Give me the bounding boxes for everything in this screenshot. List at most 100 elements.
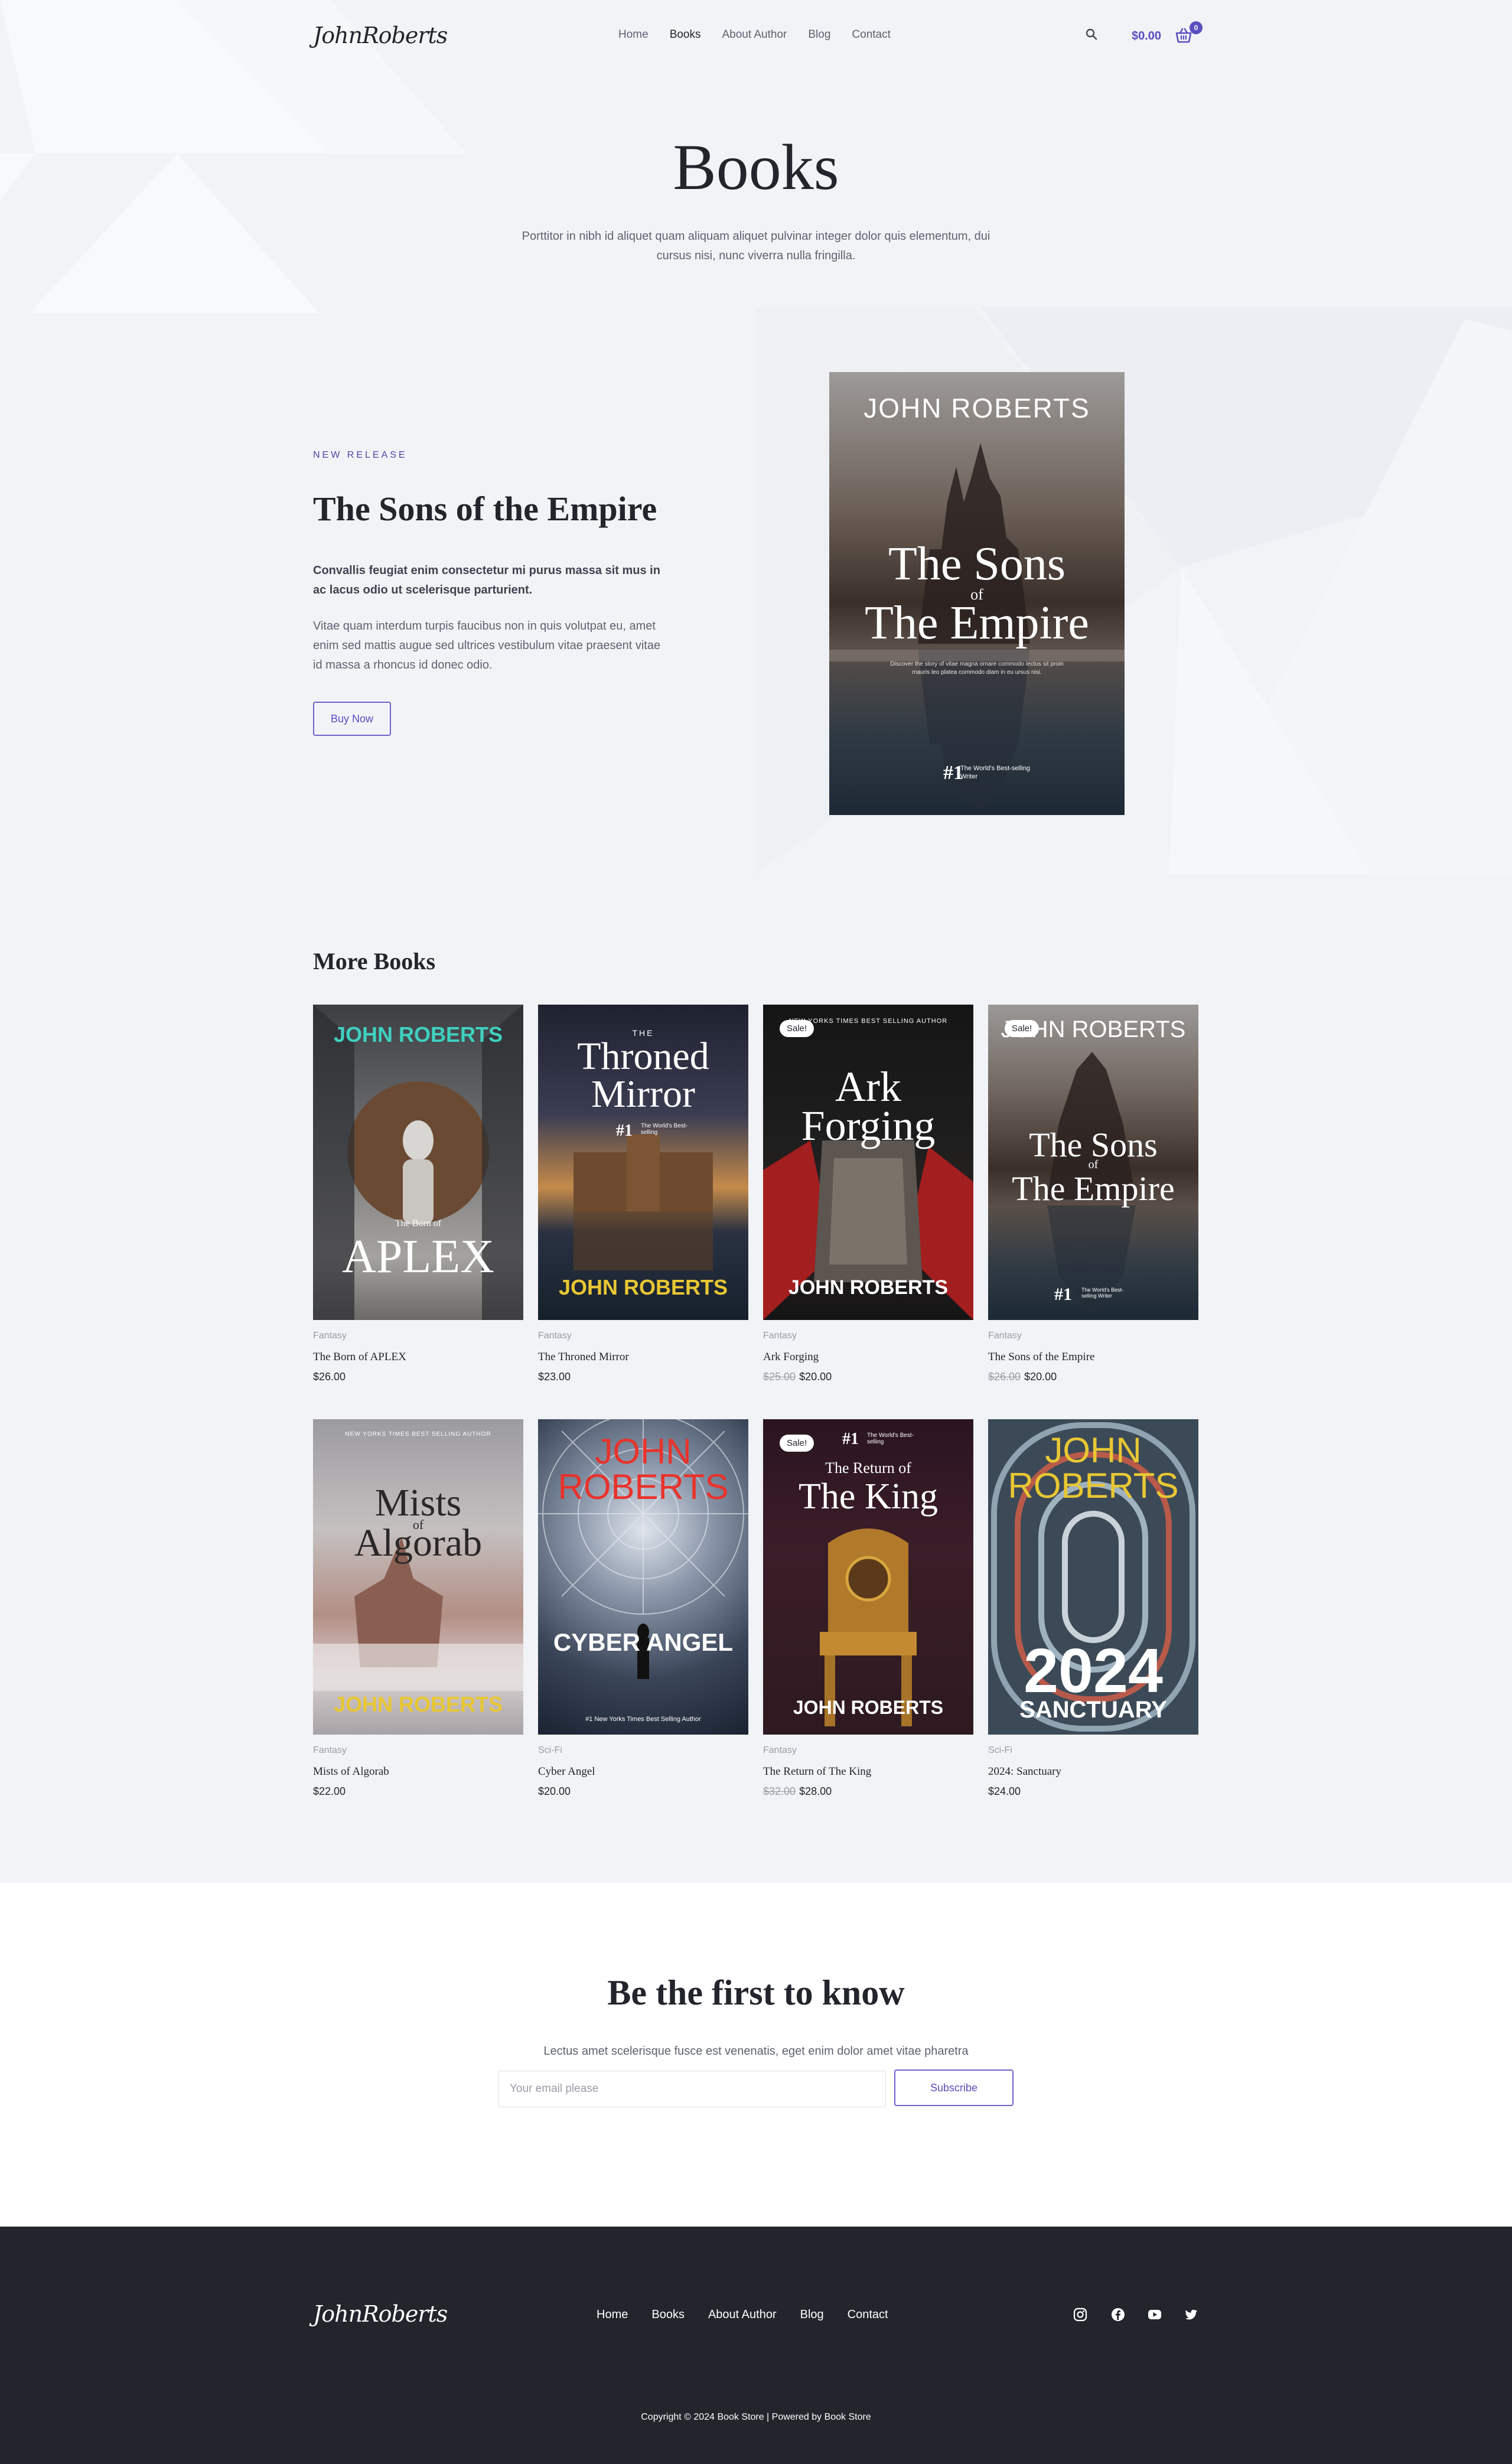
featured-cover[interactable]: JOHN ROBERTS The Sons of The Empire Disc… bbox=[829, 372, 1125, 815]
book-category: Fantasy bbox=[538, 1331, 572, 1341]
cart-total[interactable]: $0.00 bbox=[1132, 30, 1161, 43]
cover-art bbox=[763, 1140, 973, 1320]
subscribe-title: Be the first to know bbox=[607, 1973, 905, 2012]
book-current-price: $24.00 bbox=[988, 1785, 1021, 1797]
book-category: Fantasy bbox=[763, 1745, 797, 1755]
cover-title-line2: The Empire bbox=[1012, 1169, 1175, 1208]
site-footer bbox=[0, 2227, 1512, 2464]
page-title: Books bbox=[673, 131, 839, 203]
book-card[interactable]: JOHN ROBERTS 2024 SANCTUARY Sci-Fi 2024:… bbox=[988, 1419, 1198, 1798]
book-cover[interactable]: JOHN ROBERTS 2024 SANCTUARY bbox=[988, 1419, 1198, 1735]
sale-badge: Sale! bbox=[1005, 1020, 1040, 1037]
nav-about-author[interactable]: About Author bbox=[722, 28, 787, 41]
book-price: $26.00 bbox=[313, 1371, 523, 1383]
book-card[interactable]: JOHN ROBERTS CYBER ANGEL #1 New Yorks Ti… bbox=[538, 1419, 748, 1798]
book-price: $24.00 bbox=[988, 1785, 1198, 1798]
cover-tagline: NEW YORKS TIMES BEST SELLING AUTHOR bbox=[345, 1431, 491, 1438]
new-release-label: NEW RELEASE bbox=[313, 450, 408, 460]
book-card[interactable]: JOHN ROBERTS The Born of APLEX Fantasy T… bbox=[313, 1005, 523, 1383]
book-title[interactable]: The Sons of the Empire bbox=[988, 1351, 1198, 1364]
cover-rank-text: The World's Best-selling Writer bbox=[1081, 1287, 1124, 1299]
book-old-price: $26.00 bbox=[988, 1371, 1021, 1383]
book-current-price: $28.00 bbox=[799, 1785, 832, 1797]
footer-nav-home[interactable]: Home bbox=[597, 2308, 628, 2322]
cover-author-line2: ROBERTS bbox=[1008, 1466, 1179, 1505]
book-current-price: $20.00 bbox=[1024, 1371, 1057, 1383]
buy-now-button[interactable]: Buy Now bbox=[313, 702, 391, 736]
twitter-icon[interactable] bbox=[1184, 2307, 1199, 2322]
book-category: Fantasy bbox=[763, 1331, 797, 1341]
book-card[interactable]: Sale! NEW YORKS TIMES BEST SELLING AUTHO… bbox=[763, 1005, 973, 1383]
cover-title-line1: The Sons bbox=[888, 538, 1065, 590]
book-card[interactable]: THE Throned Mirror #1 The World's Best-s… bbox=[538, 1005, 748, 1383]
subscribe-text: Lectus amet scelerisque fusce est venena… bbox=[543, 2045, 969, 2058]
cover-title-line2: Forging bbox=[801, 1102, 936, 1149]
book-current-price: $20.00 bbox=[538, 1785, 571, 1797]
book-price: $23.00 bbox=[538, 1371, 748, 1383]
footer-nav: Home Books About Author Blog Contact bbox=[597, 2308, 912, 2322]
cover-rank: #1 bbox=[842, 1430, 859, 1448]
cover-author: JOHN ROBERTS bbox=[793, 1697, 944, 1718]
book-cover[interactable]: THE Throned Mirror #1 The World's Best-s… bbox=[538, 1005, 748, 1320]
book-card[interactable]: NEW YORKS TIMES BEST SELLING AUTHOR Mist… bbox=[313, 1419, 523, 1798]
book-cover[interactable]: JOHN ROBERTS The Born of APLEX bbox=[313, 1005, 523, 1320]
book-current-price: $20.00 bbox=[799, 1371, 832, 1383]
book-current-price: $22.00 bbox=[313, 1785, 346, 1797]
cover-subtitle: The Born of bbox=[395, 1218, 442, 1228]
book-old-price: $32.00 bbox=[763, 1785, 796, 1797]
book-cover[interactable]: NEW YORKS TIMES BEST SELLING AUTHOR Mist… bbox=[313, 1419, 523, 1735]
email-field[interactable]: Your email please bbox=[498, 2071, 886, 2107]
book-title[interactable]: Ark Forging bbox=[763, 1351, 973, 1364]
cover-author: JOHN ROBERTS bbox=[788, 1276, 949, 1299]
site-header: JohnRoberts Home Books About Author Blog… bbox=[0, 0, 1512, 77]
book-price: $32.00 $28.00 bbox=[763, 1785, 973, 1798]
site-logo[interactable]: JohnRoberts bbox=[313, 22, 448, 48]
cover-tagline: #1 New Yorks Times Best Selling Author bbox=[585, 1716, 701, 1723]
cover-rank: #1 bbox=[1054, 1285, 1072, 1304]
search-icon[interactable] bbox=[1084, 27, 1099, 41]
cover-author: JOHN ROBERTS bbox=[558, 1275, 728, 1299]
book-price: $22.00 bbox=[313, 1785, 523, 1798]
nav-home[interactable]: Home bbox=[618, 28, 649, 41]
book-price: $25.00 $20.00 bbox=[763, 1371, 973, 1383]
book-card[interactable]: Sale! #1 The World's Best-selling The Re… bbox=[763, 1419, 973, 1798]
book-title[interactable]: The Return of The King bbox=[763, 1765, 973, 1778]
book-cover[interactable]: JOHN ROBERTS CYBER ANGEL #1 New Yorks Ti… bbox=[538, 1419, 748, 1735]
cover-title-line2: SANCTUARY bbox=[1019, 1697, 1167, 1723]
book-card[interactable]: Sale! JOHN ROBERTS The Sons of The Empir… bbox=[988, 1005, 1198, 1383]
featured-title: The Sons of the Empire bbox=[313, 490, 657, 528]
cover-author: JOHN ROBERTS bbox=[333, 1022, 503, 1047]
footer-nav-contact[interactable]: Contact bbox=[848, 2308, 888, 2322]
footer-nav-about-author[interactable]: About Author bbox=[708, 2308, 777, 2322]
book-cover[interactable]: Sale! NEW YORKS TIMES BEST SELLING AUTHO… bbox=[763, 1005, 973, 1320]
cover-rank: #1 bbox=[616, 1122, 633, 1140]
book-cover[interactable]: Sale! #1 The World's Best-selling The Re… bbox=[763, 1419, 973, 1735]
book-title[interactable]: Cyber Angel bbox=[538, 1765, 748, 1778]
nav-blog[interactable]: Blog bbox=[808, 28, 830, 41]
footer-nav-blog[interactable]: Blog bbox=[800, 2308, 824, 2322]
book-current-price: $26.00 bbox=[313, 1371, 346, 1383]
book-current-price: $23.00 bbox=[538, 1371, 571, 1383]
facebook-icon[interactable] bbox=[1110, 2307, 1126, 2322]
cover-author-line2: ROBERTS bbox=[558, 1467, 729, 1507]
book-title[interactable]: The Throned Mirror bbox=[538, 1351, 748, 1364]
nav-books[interactable]: Books bbox=[670, 28, 701, 41]
cover-author: JOHN ROBERTS bbox=[863, 393, 1090, 423]
youtube-icon[interactable] bbox=[1147, 2307, 1162, 2322]
subscribe-button[interactable]: Subscribe bbox=[894, 2069, 1014, 2106]
cover-blurb: Discover the story of vitae magna ornare… bbox=[890, 661, 1064, 676]
sale-badge: Sale! bbox=[780, 1435, 814, 1452]
footer-nav-books[interactable]: Books bbox=[651, 2308, 685, 2322]
book-title[interactable]: 2024: Sanctuary bbox=[988, 1765, 1198, 1778]
book-category: Fantasy bbox=[313, 1745, 347, 1755]
book-category: Fantasy bbox=[313, 1331, 347, 1341]
cover-subtitle: The Return of bbox=[825, 1459, 911, 1477]
book-title[interactable]: The Born of APLEX bbox=[313, 1351, 523, 1364]
copyright-text: Copyright © 2024 Book Store | Powered by… bbox=[641, 2412, 871, 2422]
instagram-icon[interactable] bbox=[1073, 2307, 1088, 2322]
book-title[interactable]: Mists of Algorab bbox=[313, 1765, 523, 1778]
book-cover[interactable]: Sale! JOHN ROBERTS The Sons of The Empir… bbox=[988, 1005, 1198, 1320]
footer-logo[interactable]: JohnRoberts bbox=[313, 2301, 448, 2327]
nav-contact[interactable]: Contact bbox=[852, 28, 890, 41]
page-subtitle: Porttitor in nibh id aliquet quam aliqua… bbox=[522, 230, 990, 262]
